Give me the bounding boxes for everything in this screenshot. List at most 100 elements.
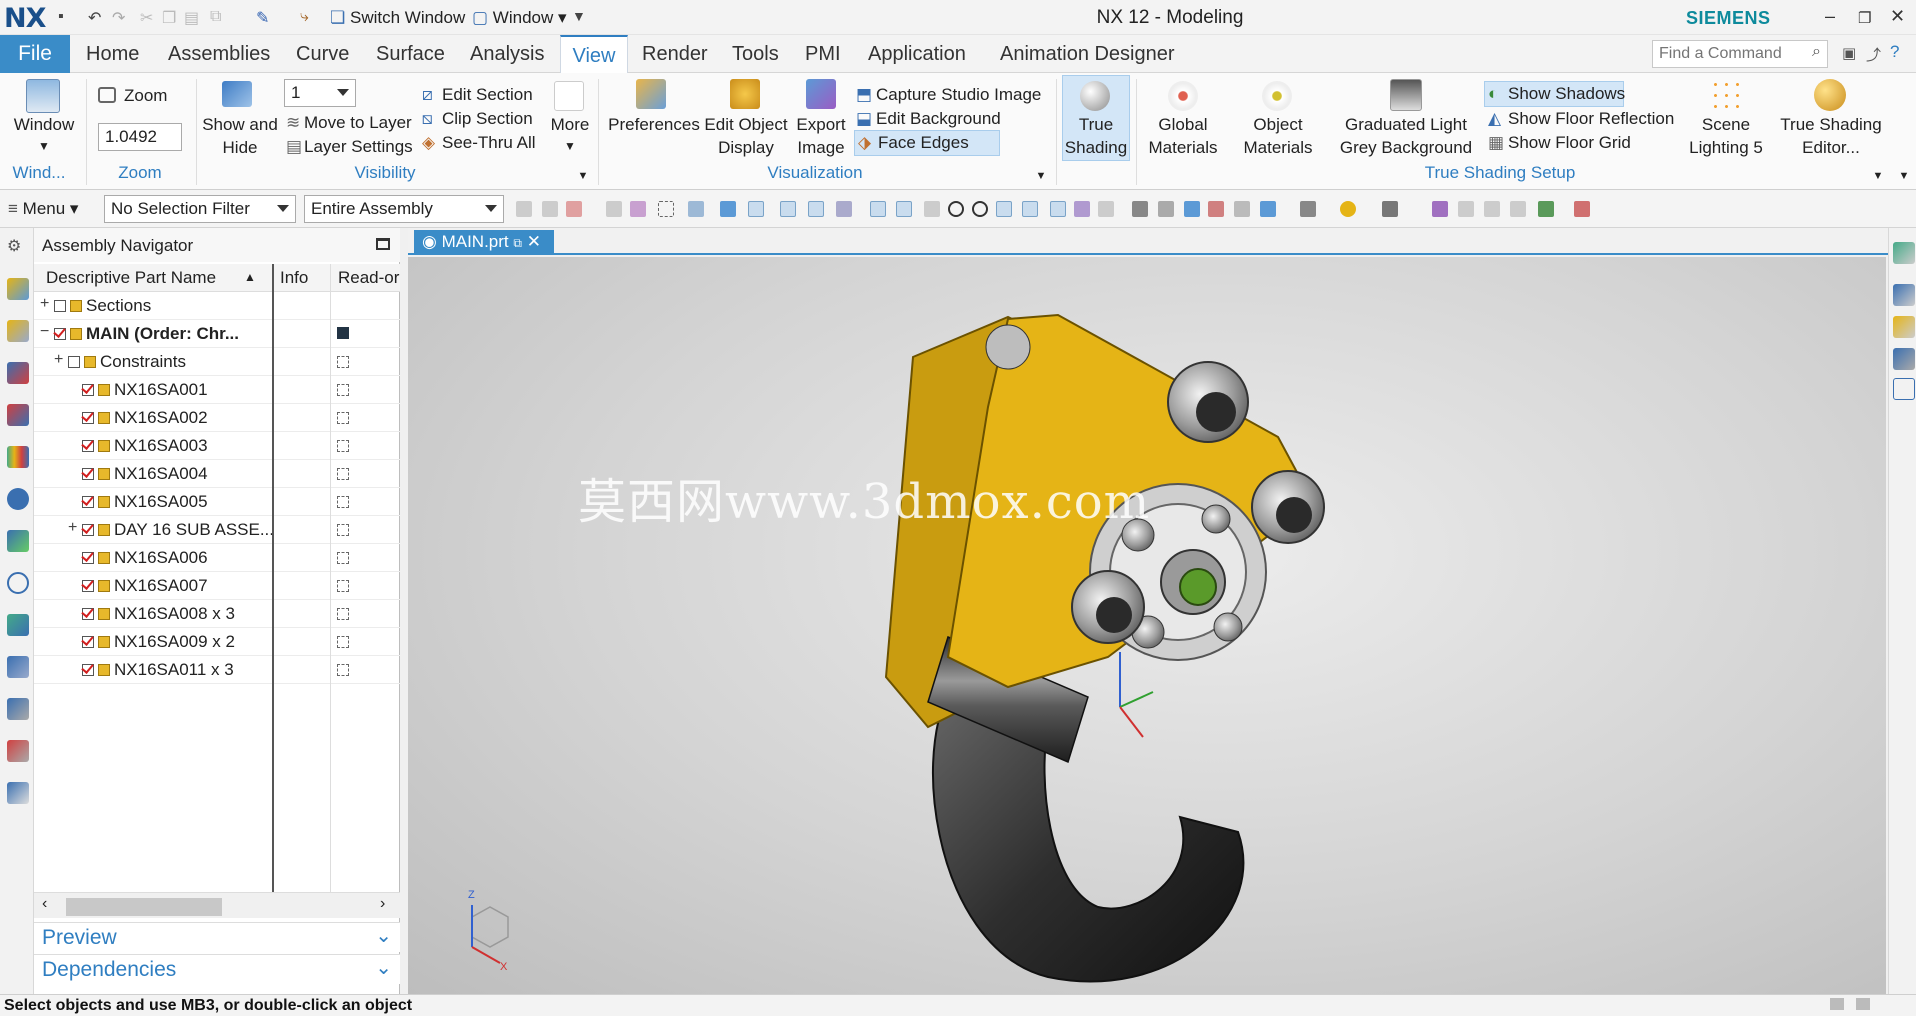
view-tool-icon[interactable] <box>1158 201 1174 217</box>
face-edges-toggle[interactable]: Face Edges <box>878 132 969 154</box>
web-browser-icon[interactable] <box>7 488 29 510</box>
visibility-checkbox[interactable] <box>82 440 94 452</box>
view-tool-icon[interactable] <box>1893 284 1915 306</box>
view-tool-icon[interactable] <box>1484 201 1500 217</box>
column-divider[interactable] <box>330 264 331 914</box>
history-icon[interactable] <box>7 530 29 552</box>
group-zoom[interactable]: Zoom <box>90 163 190 183</box>
snap-icon[interactable] <box>972 201 988 217</box>
visibility-checkbox[interactable] <box>82 608 94 620</box>
maximize-panel-icon[interactable] <box>376 238 390 250</box>
snap-icon[interactable] <box>748 201 764 217</box>
tab-pmi[interactable]: PMI <box>805 35 841 73</box>
visibility-checkbox[interactable] <box>68 356 80 368</box>
work-layer-select[interactable]: 1 <box>284 79 356 107</box>
view-tool-icon[interactable] <box>1893 348 1915 370</box>
show-floor-grid-toggle[interactable]: Show Floor Grid <box>1508 132 1631 154</box>
graduated-light-grey-background-button[interactable]: Graduated Light Grey Background <box>1330 113 1482 159</box>
tab-assemblies[interactable]: Assemblies <box>168 35 270 73</box>
tree-row[interactable]: NX16SA001 <box>34 376 400 404</box>
copy-icon[interactable]: ❐ <box>162 8 176 28</box>
graphics-window[interactable]: Z X <box>408 257 1886 994</box>
visualization-group-menu-icon[interactable]: ▼ <box>1033 165 1049 188</box>
tree-row[interactable]: + Constraints <box>34 348 400 376</box>
tab-analysis[interactable]: Analysis <box>470 35 544 73</box>
view-tool-icon[interactable] <box>1432 201 1448 217</box>
object-materials-button[interactable]: Object Materials <box>1236 113 1320 159</box>
tree-row[interactable]: NX16SA006 <box>34 544 400 572</box>
column-descriptive-part-name[interactable]: Descriptive Part Name <box>46 268 216 288</box>
repeat-command-icon[interactable]: ⤷ <box>300 8 309 26</box>
share-icon[interactable]: ⤴ <box>1866 44 1881 65</box>
tab-curve[interactable]: Curve <box>296 35 349 73</box>
group-true-shading-setup[interactable]: True Shading Setup <box>1400 163 1600 183</box>
snap-icon[interactable] <box>780 201 796 217</box>
visibility-checkbox[interactable] <box>82 524 94 536</box>
expand-icon[interactable]: + <box>68 519 77 537</box>
tree-row[interactable]: NX16SA007 <box>34 572 400 600</box>
undo-icon[interactable]: ↶ <box>88 8 101 28</box>
window-dropdown-arrow[interactable]: ▼ <box>34 135 54 158</box>
tree-row[interactable]: NX16SA005 <box>34 488 400 516</box>
constraint-navigator-icon[interactable] <box>7 362 29 384</box>
ribbon-options-icon[interactable]: ▣ <box>1842 44 1856 62</box>
brush-icon[interactable]: ✎ <box>256 8 269 28</box>
edit-object-display-button[interactable]: Edit Object Display <box>700 113 792 159</box>
assembly-navigator-icon[interactable] <box>7 320 29 342</box>
palette-icon[interactable] <box>7 782 29 804</box>
tab-home[interactable]: Home <box>86 35 139 73</box>
window-button[interactable]: Window <box>6 113 82 136</box>
tree-row[interactable]: NX16SA003 <box>34 432 400 460</box>
selection-tool-icon[interactable] <box>566 201 582 217</box>
column-info[interactable]: Info <box>280 268 308 288</box>
expand-icon[interactable]: + <box>40 295 49 313</box>
column-divider[interactable] <box>272 264 274 914</box>
snap-icon[interactable] <box>1074 201 1090 217</box>
tab-surface[interactable]: Surface <box>376 35 445 73</box>
visibility-checkbox[interactable] <box>82 468 94 480</box>
visibility-checkbox[interactable] <box>82 636 94 648</box>
view-tool-icon[interactable] <box>1382 201 1398 217</box>
edit-background-button[interactable]: Edit Background <box>876 108 1001 130</box>
show-and-hide-button[interactable]: Show and Hide <box>200 113 280 159</box>
view-tool-icon[interactable] <box>1260 201 1276 217</box>
menu-button[interactable]: ≡ Menu ▾ <box>8 198 78 220</box>
view-tool-icon[interactable] <box>1208 201 1224 217</box>
true-shading-toggle[interactable]: True Shading <box>1062 113 1130 159</box>
snap-icon[interactable] <box>1050 201 1066 217</box>
true-shading-editor-button[interactable]: True Shading Editor... <box>1776 113 1886 159</box>
cut-icon[interactable]: ✂ <box>140 8 153 28</box>
customize-quick-access-icon[interactable]: ▼ <box>572 8 586 24</box>
show-shadows-toggle[interactable]: Show Shadows <box>1508 83 1625 105</box>
view-tool-icon[interactable] <box>1458 201 1474 217</box>
visibility-checkbox[interactable] <box>82 496 94 508</box>
paste-icon[interactable]: ▤ <box>184 8 199 28</box>
tab-view[interactable]: View <box>560 35 628 73</box>
tab-animation-designer[interactable]: Animation Designer <box>1000 35 1175 73</box>
zoom-button[interactable]: Zoom <box>124 85 167 107</box>
model-view[interactable] <box>408 257 1886 994</box>
tree-row[interactable]: + Sections <box>34 292 400 320</box>
view-tool-icon[interactable] <box>1132 201 1148 217</box>
view-orientation-icon[interactable] <box>1893 242 1915 264</box>
preferences-button[interactable]: Preferences <box>606 113 702 136</box>
tab-application[interactable]: Application <box>868 35 966 73</box>
layer-settings-button[interactable]: Layer Settings <box>304 136 413 158</box>
scene-lighting-button[interactable]: Scene Lighting 5 <box>1680 113 1772 159</box>
snap-icon[interactable] <box>836 201 852 217</box>
snap-icon[interactable] <box>720 201 736 217</box>
capture-studio-image-button[interactable]: Capture Studio Image <box>876 84 1041 106</box>
zoom-scale-input[interactable] <box>98 123 182 151</box>
move-to-layer-button[interactable]: Move to Layer <box>304 112 412 134</box>
snap-icon[interactable] <box>896 201 912 217</box>
selection-tool-icon[interactable] <box>542 201 558 217</box>
window-dropdown[interactable]: ▢ Window ▾ <box>472 8 567 28</box>
visibility-checkbox[interactable] <box>82 552 94 564</box>
column-read-only[interactable]: Read-or <box>338 268 399 288</box>
show-floor-reflection-toggle[interactable]: Show Floor Reflection <box>1508 108 1674 130</box>
view-tool-icon[interactable] <box>1510 201 1526 217</box>
selection-tool-icon[interactable] <box>516 201 532 217</box>
pin-end[interactable] <box>985 324 1031 370</box>
chevron-down-icon[interactable]: ⌄ <box>375 923 392 948</box>
more-dropdown-arrow[interactable]: ▼ <box>560 135 580 158</box>
